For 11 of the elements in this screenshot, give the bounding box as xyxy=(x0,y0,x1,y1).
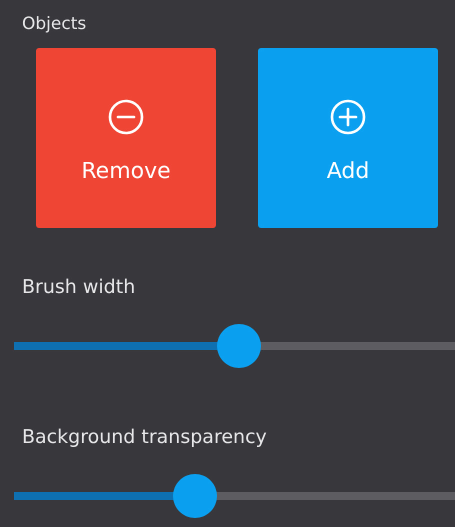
remove-button[interactable]: Remove xyxy=(36,48,216,228)
slider-thumb[interactable] xyxy=(172,474,217,518)
section-title: Objects xyxy=(21,14,86,34)
minus-circle-icon xyxy=(108,98,144,134)
slider-label: Brush width xyxy=(21,276,136,298)
plus-circle-icon xyxy=(330,98,366,134)
slider[interactable] xyxy=(14,474,455,518)
slider-label: Background transparency xyxy=(21,426,267,448)
slider[interactable] xyxy=(14,324,455,368)
add-button[interactable]: Add xyxy=(258,48,438,228)
slider-thumb[interactable] xyxy=(216,324,261,368)
